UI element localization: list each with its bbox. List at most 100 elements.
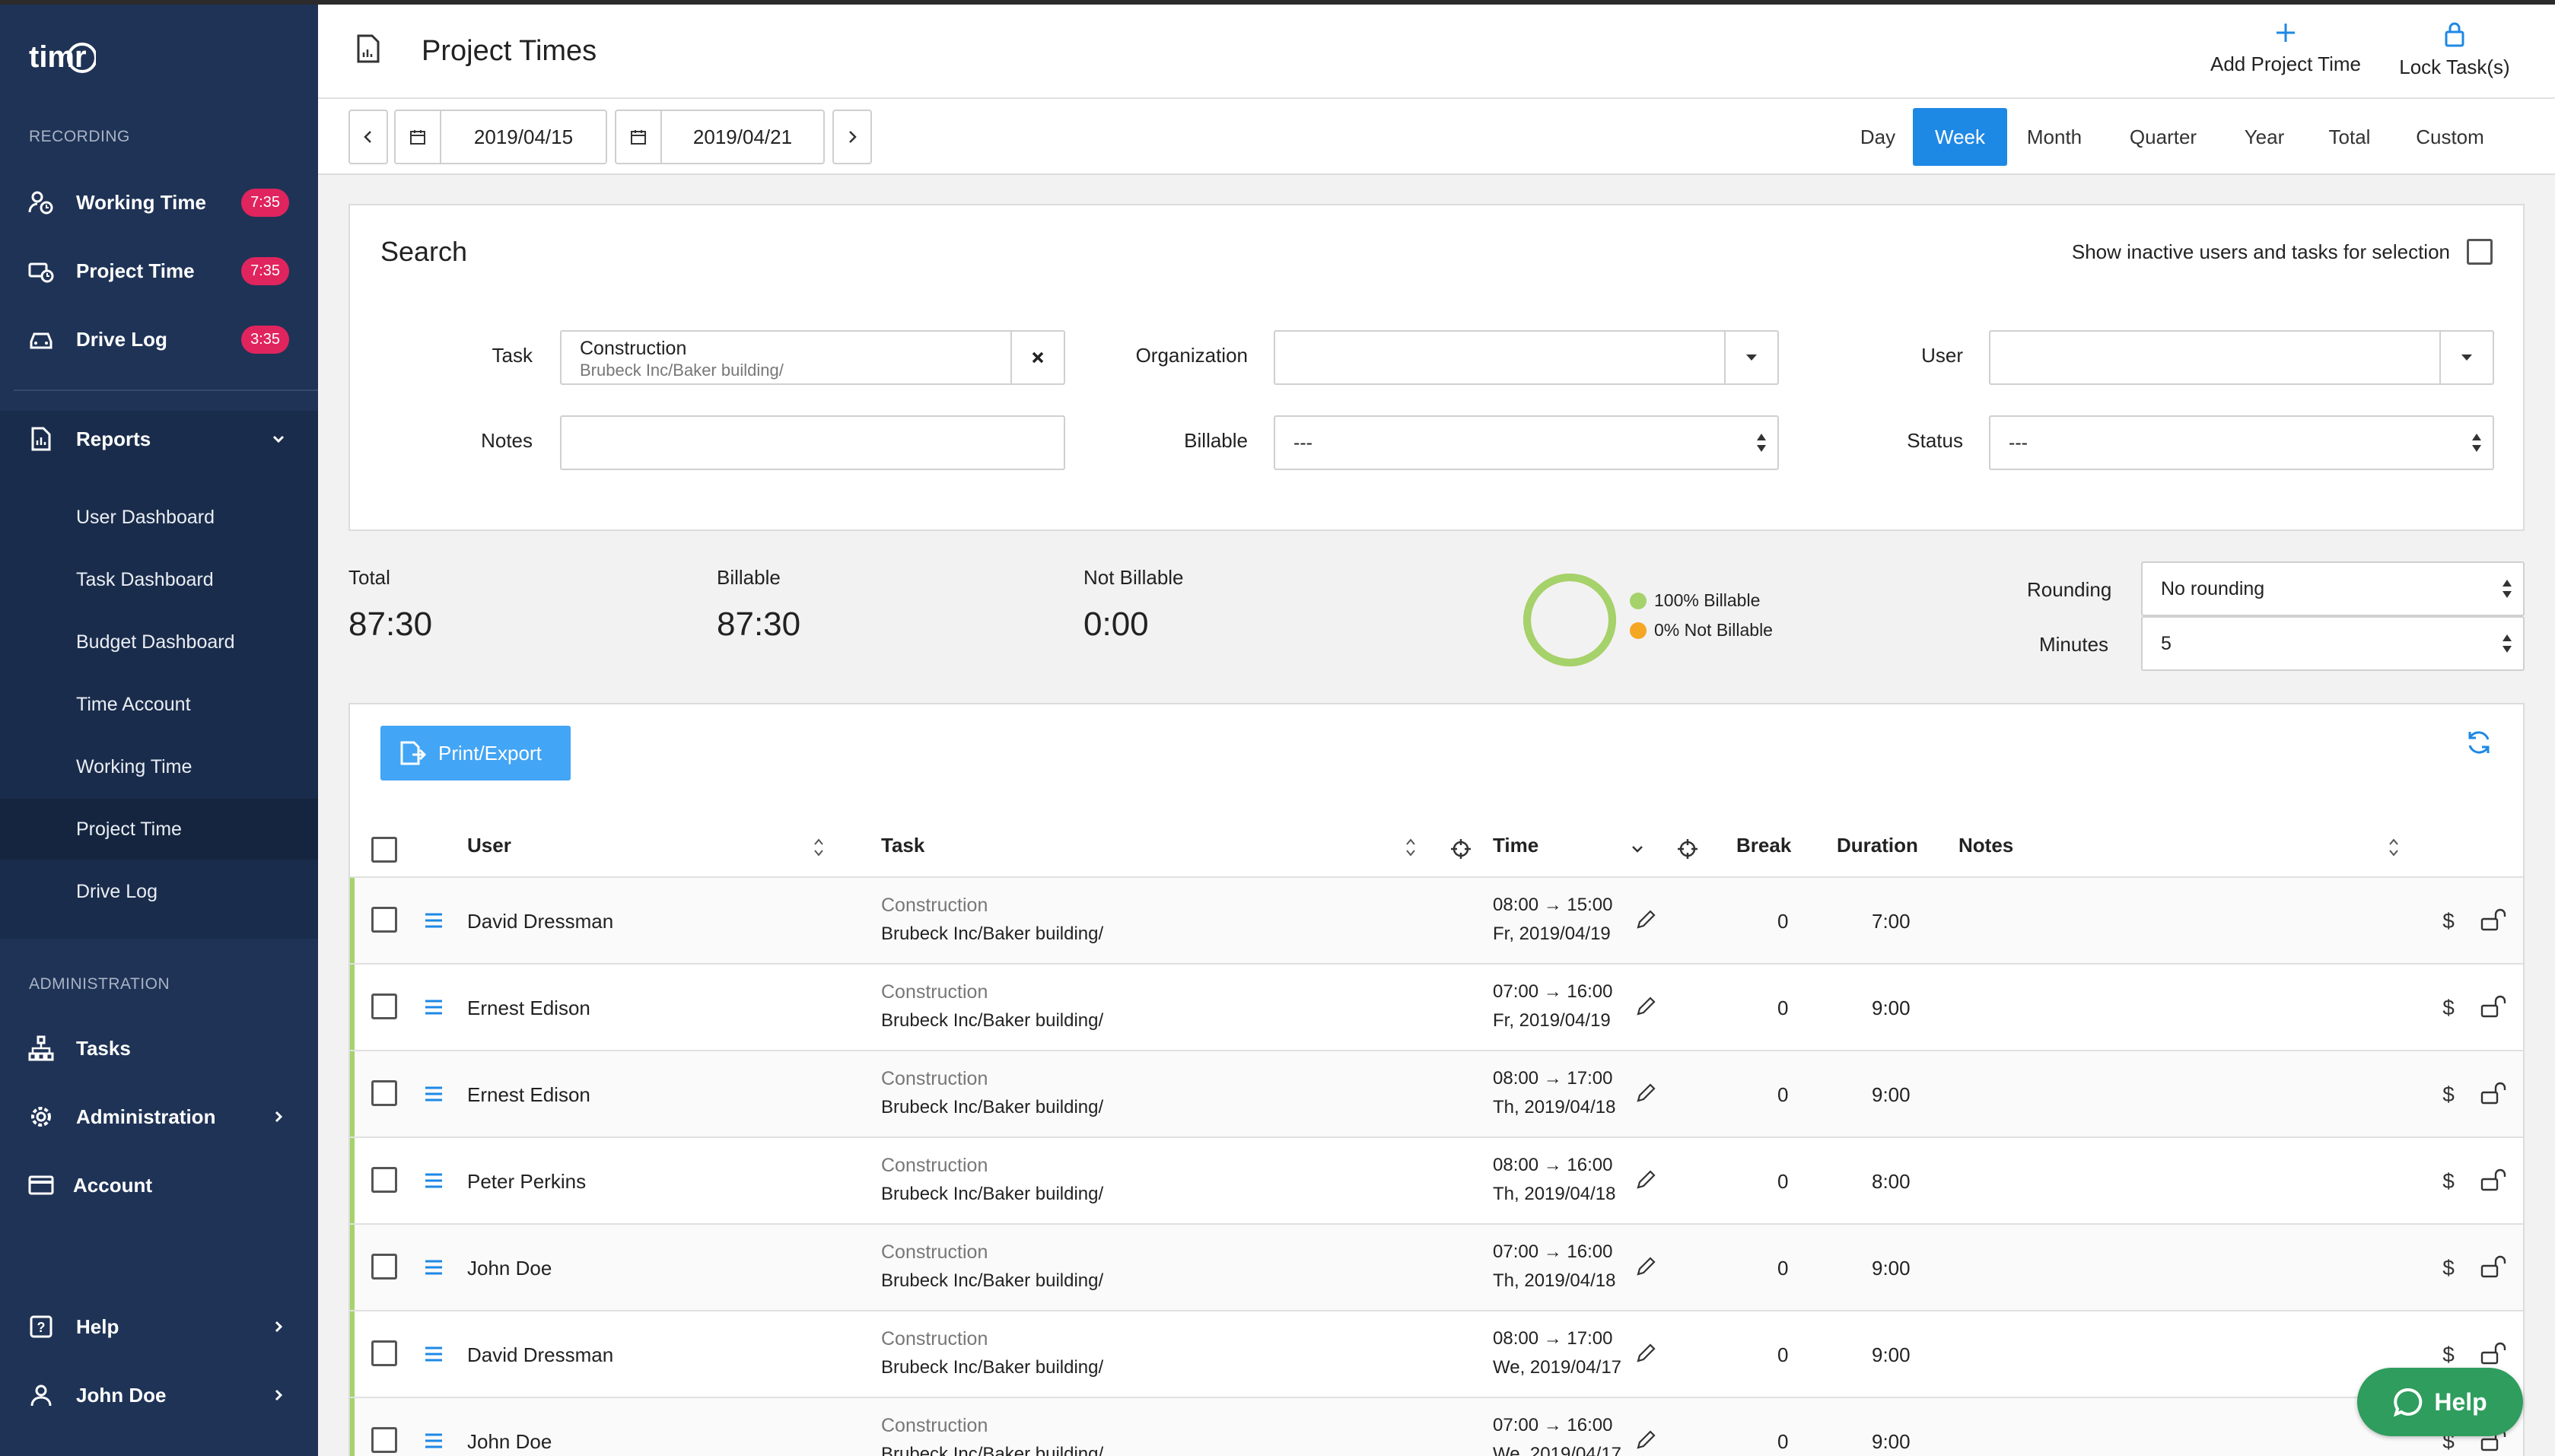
unlock-icon[interactable] [2480,995,2508,1019]
crosshair-icon[interactable] [1450,838,1472,860]
period-total[interactable]: Total [2312,108,2388,166]
help-chat-button[interactable]: Help [2357,1368,2523,1436]
to-date-calendar-button[interactable] [615,110,662,164]
column-header-notes[interactable]: Notes [1958,834,2013,857]
select-all-checkbox[interactable] [371,837,397,863]
sidebar-subitem-working-time[interactable]: Working Time [0,736,318,797]
period-custom[interactable]: Custom [2397,108,2503,166]
sort-icon[interactable] [813,837,825,858]
to-date-input[interactable]: 2019/04/21 [660,110,825,164]
sidebar-subitem-budget-dashboard[interactable]: Budget Dashboard [0,612,318,672]
dollar-icon[interactable]: $ [2441,1255,2456,1280]
table-row[interactable]: Ernest Edison Construction Brubeck Inc/Bak… [350,963,2523,1051]
show-inactive-checkbox[interactable] [2467,239,2493,265]
sort-icon[interactable] [1405,837,1417,858]
user-select[interactable] [1989,330,2494,385]
sidebar-item-reports[interactable]: Reports [0,411,318,467]
sidebar-item-account[interactable]: Account [0,1158,318,1213]
sidebar-item-drive-log[interactable]: Drive Log 3:35 [0,312,318,367]
next-period-button[interactable] [832,110,872,164]
period-year[interactable]: Year [2226,108,2302,166]
table-row[interactable]: John Doe Construction Brubeck Inc/Baker bu… [350,1397,2523,1456]
from-date-input[interactable]: 2019/04/15 [440,110,607,164]
pencil-icon[interactable] [1634,1255,1657,1278]
period-week[interactable]: Week [1913,108,2007,166]
pencil-icon[interactable] [1634,1168,1657,1191]
unlock-icon[interactable] [2480,1168,2508,1193]
svg-text:$: $ [2442,996,2455,1019]
refresh-icon[interactable] [2465,729,2493,756]
unlock-icon[interactable] [2480,1342,2508,1366]
from-date-calendar-button[interactable] [394,110,441,164]
lock-tasks-button[interactable]: Lock Task(s) [2386,21,2523,79]
unlock-icon[interactable] [2480,1082,2508,1106]
pencil-icon[interactable] [1634,908,1657,931]
sidebar-subitem-task-dashboard[interactable]: Task Dashboard [0,549,318,610]
menu-icon[interactable] [423,1432,444,1450]
minutes-select[interactable]: 5 [2141,616,2525,671]
period-quarter[interactable]: Quarter [2106,108,2220,166]
sidebar-subitem-user-dashboard[interactable]: User Dashboard [0,487,318,548]
chevron-down-icon[interactable] [1630,841,1645,857]
dollar-icon[interactable]: $ [2441,1342,2456,1366]
table-row[interactable]: Peter Perkins Construction Brubeck Inc/Bak… [350,1137,2523,1225]
menu-icon[interactable] [423,1171,444,1190]
pencil-icon[interactable] [1634,1342,1657,1365]
menu-icon[interactable] [423,1258,444,1276]
sidebar-item-tasks[interactable]: Tasks [0,1021,318,1076]
sidebar-item-project-time[interactable]: Project Time 7:35 [0,243,318,298]
row-checkbox[interactable] [371,993,397,1019]
organization-dropdown-button[interactable] [1724,332,1777,383]
sidebar-item-user-profile[interactable]: John Doe [0,1368,318,1423]
sidebar-item-working-time[interactable]: Working Time 7:35 [0,175,318,230]
period-day[interactable]: Day [1840,108,1916,166]
sidebar-item-administration[interactable]: Administration [0,1089,318,1144]
unlock-icon[interactable] [2480,908,2508,933]
status-select[interactable]: --- [1989,415,2494,470]
period-month[interactable]: Month [2009,108,2100,166]
column-header-time[interactable]: Time [1493,834,1538,857]
dollar-icon[interactable]: $ [2441,1168,2456,1193]
dollar-icon[interactable]: $ [2441,1082,2456,1106]
billable-select[interactable]: --- [1274,415,1779,470]
row-checkbox[interactable] [371,1167,397,1193]
menu-icon[interactable] [423,1345,444,1363]
sort-icon[interactable] [2388,837,2400,858]
user-cell: David Dressman [467,1343,614,1366]
pencil-icon[interactable] [1634,1429,1657,1451]
menu-icon[interactable] [423,1085,444,1103]
sidebar-subitem-drive-log[interactable]: Drive Log [0,861,318,922]
menu-icon[interactable] [423,998,444,1016]
pencil-icon[interactable] [1634,995,1657,1018]
row-checkbox[interactable] [371,1340,397,1366]
dollar-icon[interactable]: $ [2441,908,2456,933]
rounding-select[interactable]: No rounding [2141,561,2525,616]
crosshair-icon[interactable] [1677,838,1698,860]
print-export-button[interactable]: Print/Export [380,726,571,780]
task-select[interactable]: Construction Brubeck Inc/Baker building/ [560,330,1065,385]
sidebar-item-help[interactable]: ? Help [0,1299,318,1354]
row-checkbox[interactable] [371,1080,397,1106]
row-checkbox[interactable] [371,907,397,933]
notes-input[interactable] [560,415,1065,470]
add-project-time-button[interactable]: Add Project Time [2202,21,2369,76]
menu-icon[interactable] [423,911,444,930]
row-checkbox[interactable] [371,1254,397,1280]
row-checkbox[interactable] [371,1427,397,1453]
previous-period-button[interactable] [348,110,388,164]
table-row[interactable]: David Dressman Construction Brubeck Inc/Ba… [350,876,2523,965]
organization-select[interactable] [1274,330,1779,385]
sidebar-subitem-project-time[interactable]: Project Time [0,799,318,860]
column-header-user[interactable]: User [467,834,511,857]
unlock-icon[interactable] [2480,1255,2508,1280]
column-header-task[interactable]: Task [881,834,924,857]
table-row[interactable]: John Doe Construction Brubeck Inc/Baker bu… [350,1223,2523,1311]
dollar-icon[interactable]: $ [2441,995,2456,1019]
table-row[interactable]: Ernest Edison Construction Brubeck Inc/Bak… [350,1050,2523,1138]
clear-task-button[interactable] [1010,332,1064,383]
timr-logo[interactable]: timr [27,37,96,79]
user-dropdown-button[interactable] [2439,332,2493,383]
table-row[interactable]: David Dressman Construction Brubeck Inc/Ba… [350,1310,2523,1398]
pencil-icon[interactable] [1634,1082,1657,1105]
sidebar-subitem-time-account[interactable]: Time Account [0,674,318,735]
